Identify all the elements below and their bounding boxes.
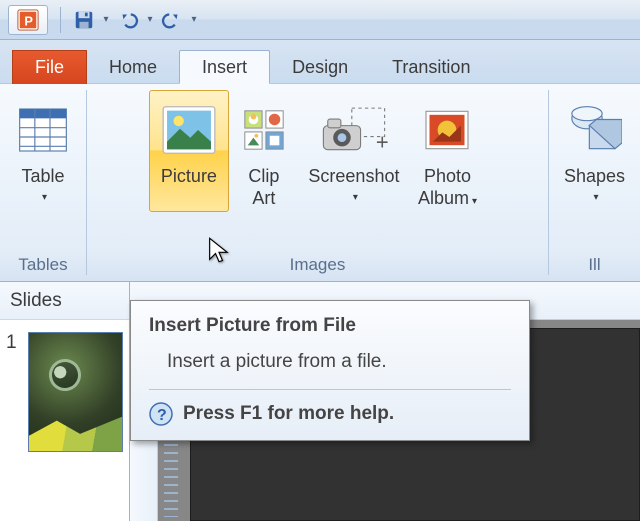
group-illustrations-label: Ill <box>555 251 634 281</box>
picture-icon <box>158 95 220 165</box>
photo-album-icon <box>419 95 475 165</box>
undo-button[interactable] <box>111 5 145 35</box>
undo-dropdown[interactable]: ▾ <box>145 14 155 25</box>
tab-insert[interactable]: Insert <box>179 50 270 84</box>
tooltip-separator <box>149 389 511 390</box>
slides-pane: Slides 1 <box>0 282 130 521</box>
tooltip-help-text: Press F1 for more help. <box>183 403 394 425</box>
svg-text:P: P <box>24 13 33 28</box>
tooltip-help: ? Press F1 for more help. <box>149 402 511 426</box>
album-label-2: Album <box>418 188 469 208</box>
slide-thumbnail-row[interactable]: 1 <box>0 320 129 464</box>
slide-thumbnail[interactable] <box>28 332 123 452</box>
cursor-icon <box>205 236 233 264</box>
screenshot-icon: + <box>319 95 389 165</box>
tooltip-body: Insert a picture from a file. <box>149 337 511 387</box>
clipart-label-1: Clip <box>248 165 279 187</box>
tab-file[interactable]: File <box>12 50 87 84</box>
shapes-label: Shapes <box>564 165 625 187</box>
group-tables-label: Tables <box>6 251 80 281</box>
tab-transitions[interactable]: Transition <box>370 50 492 84</box>
album-label-1: Photo <box>418 165 477 187</box>
group-images: Picture ClipArt + Screenshot▾ PhotoAlbum… <box>87 84 548 281</box>
screenshot-label: Screenshot <box>308 165 399 187</box>
table-label: Table <box>21 165 64 187</box>
group-illustrations: Shapes▾ Ill <box>549 84 640 281</box>
group-tables: Table▾ Tables <box>0 84 86 281</box>
photo-album-button[interactable]: PhotoAlbum▾ <box>409 90 486 216</box>
group-images-label: Images <box>93 251 542 281</box>
save-dropdown[interactable]: ▾ <box>101 14 111 25</box>
tooltip: Insert Picture from File Insert a pictur… <box>130 300 530 441</box>
clipart-icon <box>241 95 287 165</box>
ribbon-tabs: File Home Insert Design Transition <box>0 40 640 84</box>
svg-text:?: ? <box>157 407 167 424</box>
svg-text:+: + <box>376 130 389 155</box>
screenshot-button[interactable]: + Screenshot▾ <box>299 90 409 212</box>
picture-label: Picture <box>161 165 217 187</box>
qat-customize[interactable]: ▾ <box>189 14 199 25</box>
redo-button[interactable] <box>155 5 189 35</box>
table-icon <box>15 95 71 165</box>
table-button[interactable]: Table▾ <box>6 90 80 212</box>
shapes-icon <box>566 95 622 165</box>
qa-separator <box>60 7 61 33</box>
shapes-button[interactable]: Shapes▾ <box>555 90 634 212</box>
save-button[interactable] <box>67 5 101 35</box>
tooltip-title: Insert Picture from File <box>149 315 511 337</box>
ribbon-body: Table▾ Tables Picture ClipArt + <box>0 84 640 282</box>
tab-design[interactable]: Design <box>270 50 370 84</box>
slides-header[interactable]: Slides <box>0 282 129 320</box>
tab-home[interactable]: Home <box>87 50 179 84</box>
picture-button[interactable]: Picture <box>149 90 229 212</box>
app-button[interactable]: P <box>8 5 48 35</box>
help-icon: ? <box>149 402 173 426</box>
clipart-label-2: Art <box>248 187 279 209</box>
clipart-button[interactable]: ClipArt <box>229 90 299 212</box>
title-bar: P ▾ ▾ ▾ <box>0 0 640 40</box>
slide-number: 1 <box>6 332 24 452</box>
